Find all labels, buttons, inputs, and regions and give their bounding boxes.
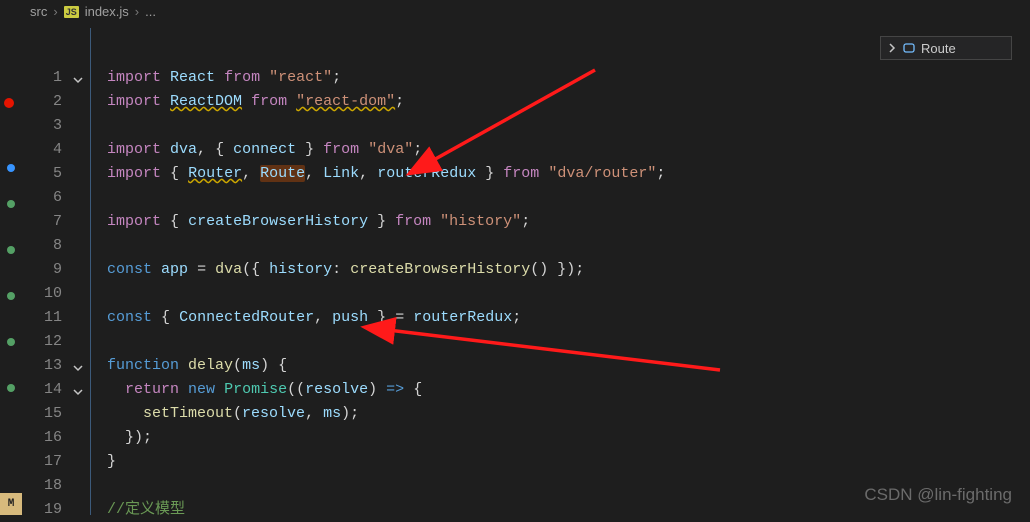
code-line[interactable]: import { Router, Route, Link, routerRedu… (107, 162, 1030, 186)
fold-icon[interactable] (72, 71, 84, 83)
breadcrumb-sep: › (53, 4, 57, 19)
code-line[interactable]: return new Promise((resolve) => { (107, 378, 1030, 402)
code-line[interactable] (107, 330, 1030, 354)
line-number: 4 (22, 138, 90, 162)
line-number: 16 (22, 426, 90, 450)
scm-dot (7, 164, 15, 172)
fold-icon[interactable] (72, 383, 84, 395)
code-line[interactable]: function delay(ms) { (107, 354, 1030, 378)
code-line[interactable]: const { ConnectedRouter, push } = router… (107, 306, 1030, 330)
line-number: 3 (22, 114, 90, 138)
line-number: 7 (22, 210, 90, 234)
line-number: 14 (22, 378, 90, 402)
code-line[interactable]: import React from "react"; (107, 66, 1030, 90)
line-number: 12 (22, 330, 90, 354)
breadcrumb-tail[interactable]: ... (145, 4, 156, 19)
code-line[interactable] (107, 186, 1030, 210)
breadcrumb-sep: › (135, 4, 139, 19)
code-line[interactable] (107, 282, 1030, 306)
line-number: 5 (22, 162, 90, 186)
line-number: 11 (22, 306, 90, 330)
breadcrumb[interactable]: src › JS index.js › ... (30, 4, 156, 19)
code-line[interactable]: import ReactDOM from "react-dom"; (107, 90, 1030, 114)
code-editor[interactable]: 12345678910111213141516171819 import Rea… (22, 28, 1030, 515)
line-number: 19 (22, 498, 90, 522)
watermark: CSDN @lin-fighting (864, 485, 1012, 505)
code-line[interactable]: }); (107, 426, 1030, 450)
line-number: 9 (22, 258, 90, 282)
modified-badge: M (0, 493, 22, 515)
breakpoint-icon[interactable] (4, 98, 14, 108)
scm-dot (7, 246, 15, 254)
code-line[interactable]: import { createBrowserHistory } from "hi… (107, 210, 1030, 234)
line-numbers: 12345678910111213141516171819 (22, 28, 90, 515)
scm-dot (7, 200, 15, 208)
breadcrumb-file[interactable]: index.js (85, 4, 129, 19)
code-line[interactable]: } (107, 450, 1030, 474)
scm-dot (7, 292, 15, 300)
js-badge-icon: JS (64, 6, 79, 18)
line-number: 2 (22, 90, 90, 114)
line-number: 18 (22, 474, 90, 498)
scm-dot (7, 384, 15, 392)
code-line[interactable]: const app = dva({ history: createBrowser… (107, 258, 1030, 282)
breadcrumb-folder[interactable]: src (30, 4, 47, 19)
code-line[interactable]: import dva, { connect } from "dva"; (107, 138, 1030, 162)
scm-gutter: M (0, 0, 22, 515)
line-number: 1 (22, 66, 90, 90)
code-line[interactable]: setTimeout(resolve, ms); (107, 402, 1030, 426)
line-number: 15 (22, 402, 90, 426)
line-number: 10 (22, 282, 90, 306)
line-number: 13 (22, 354, 90, 378)
code-line[interactable] (107, 234, 1030, 258)
code-line[interactable] (107, 114, 1030, 138)
scm-dot (7, 338, 15, 346)
line-number: 17 (22, 450, 90, 474)
fold-icon[interactable] (72, 359, 84, 371)
line-number: 8 (22, 234, 90, 258)
line-number: 6 (22, 186, 90, 210)
code-area[interactable]: import React from "react";import ReactDO… (90, 28, 1030, 515)
